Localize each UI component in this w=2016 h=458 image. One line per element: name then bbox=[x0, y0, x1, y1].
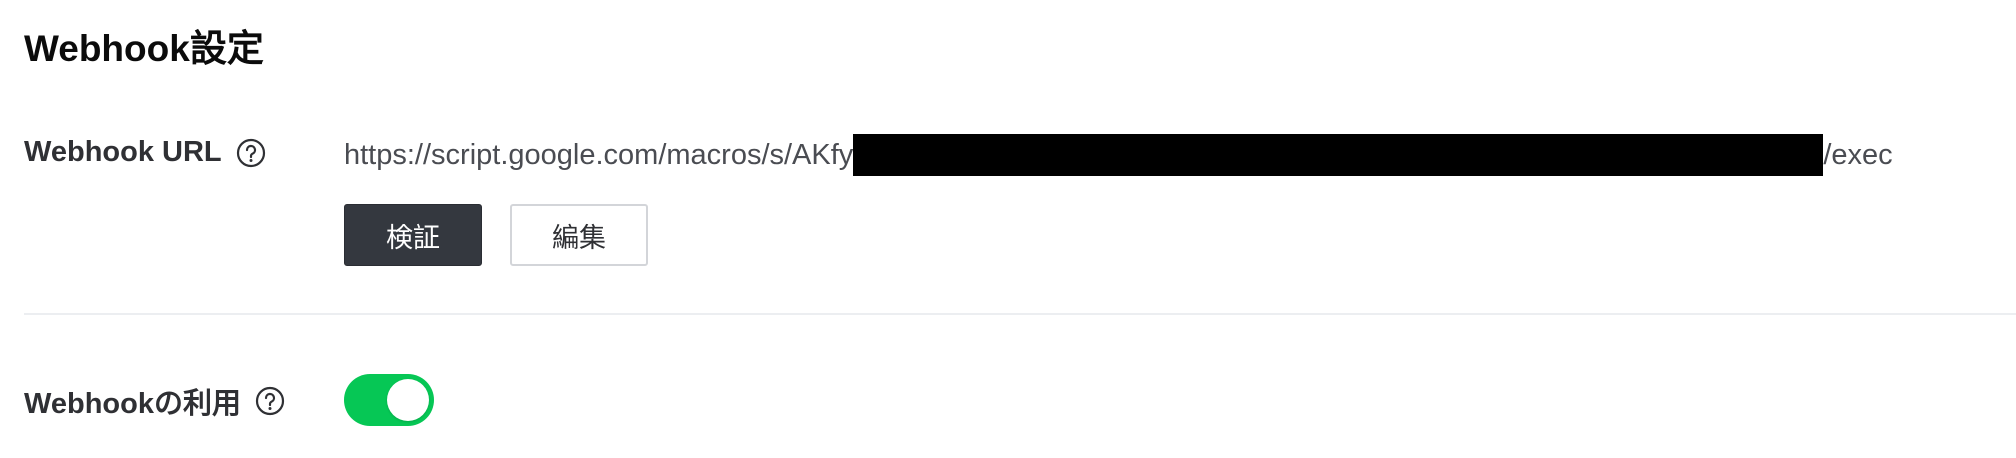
help-icon[interactable] bbox=[236, 138, 266, 168]
webhook-url-label-group: Webhook URL bbox=[24, 136, 266, 169]
toggle-knob bbox=[387, 379, 429, 421]
section-title: Webhook設定 bbox=[24, 28, 264, 69]
redacted-url-segment bbox=[853, 134, 1824, 176]
verify-button[interactable]: 検証 bbox=[344, 204, 482, 266]
webhook-url-value: https://script.google.com/macros/s/AKfy … bbox=[344, 134, 1893, 176]
edit-button[interactable]: 編集 bbox=[510, 204, 648, 266]
webhook-url-prefix: https://script.google.com/macros/s/AKfy bbox=[344, 138, 854, 171]
use-webhook-label: Webhookの利用 bbox=[24, 388, 241, 420]
use-webhook-toggle[interactable] bbox=[344, 374, 434, 426]
webhook-url-suffix: /exec bbox=[1823, 138, 1893, 171]
section-divider bbox=[24, 313, 2016, 315]
use-webhook-label-group: Webhookの利用 bbox=[24, 380, 285, 422]
webhook-url-label: Webhook URL bbox=[24, 136, 222, 168]
help-icon[interactable] bbox=[255, 386, 285, 416]
